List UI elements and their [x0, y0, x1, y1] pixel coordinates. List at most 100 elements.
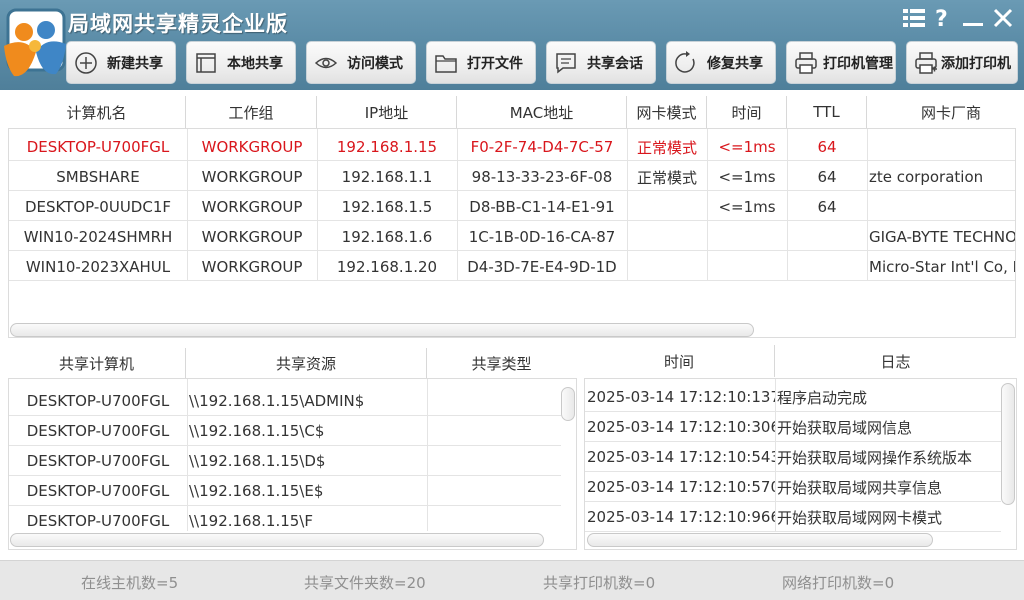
- cell-computer-name: DESKTOP-U700FGL: [26, 138, 170, 156]
- new-share-label: 新建共享: [107, 55, 163, 72]
- cell-nic-vendor: [867, 132, 1015, 162]
- folder-icon: [433, 50, 459, 76]
- eye-icon: [313, 50, 339, 76]
- cell-nic-vendor: zte corporation: [869, 168, 984, 186]
- cell-log-time: 2025-03-14 17:12:10:966: [587, 508, 775, 526]
- cell-share-type: [427, 386, 563, 416]
- cell-share-type: [427, 476, 563, 506]
- cell-nic-vendor: [867, 192, 1015, 222]
- column-header-share-type[interactable]: 共享类型: [427, 348, 576, 378]
- cell-computer-name: WIN10-2023XAHUL: [25, 258, 171, 276]
- cell-ttl: [787, 252, 867, 282]
- refresh-icon: [673, 50, 699, 76]
- cell-time: <=1ms: [718, 168, 776, 186]
- cell-workgroup: WORKGROUP: [201, 198, 303, 216]
- network-printers-count: 网络打印机数=0: [782, 574, 895, 592]
- cell-share-type: [427, 446, 563, 476]
- cell-time: [707, 252, 787, 282]
- cell-log-message: 开始获取局域网操作系统版本: [777, 448, 973, 467]
- cell-ttl: 64: [817, 168, 837, 186]
- shares-table-body: DESKTOP-U700FGL \\192.168.1.15\ADMIN$ DE…: [8, 378, 577, 550]
- share-session-label: 共享会话: [587, 55, 643, 72]
- cell-nic-mode: [627, 252, 707, 282]
- cell-log-message: 开始获取局域网共享信息: [777, 478, 943, 497]
- close-icon[interactable]: [991, 6, 1015, 30]
- column-header-share-resource[interactable]: 共享资源: [186, 348, 427, 378]
- column-header-ip[interactable]: IP地址: [317, 96, 457, 128]
- cell-workgroup: WORKGROUP: [201, 168, 303, 186]
- cell-time: <=1ms: [718, 198, 776, 216]
- cell-log-time: 2025-03-14 17:12:10:137: [587, 388, 775, 406]
- cell-mac: D4-3D-7E-E4-9D-1D: [467, 258, 617, 276]
- plus-circle-icon: [73, 50, 99, 76]
- open-file-button[interactable]: 打开文件: [426, 41, 536, 84]
- cell-ttl: 64: [817, 198, 837, 216]
- cell-share-resource: \\192.168.1.15\C$: [189, 422, 325, 440]
- minimize-icon[interactable]: [961, 6, 985, 30]
- repair-share-button[interactable]: 修复共享: [666, 41, 776, 84]
- cell-share-resource: \\192.168.1.15\E$: [189, 482, 324, 500]
- column-header-nic-mode[interactable]: 网卡模式: [627, 96, 707, 128]
- column-header-log-message[interactable]: 日志: [775, 345, 1016, 377]
- access-mode-label: 访问模式: [347, 55, 403, 72]
- cell-nic-vendor: Micro-Star Int'l Co, Ltd: [869, 258, 1015, 276]
- cell-ip: 192.168.1.1: [341, 168, 433, 186]
- cell-log-message: 开始获取局域网网卡模式: [777, 508, 943, 527]
- column-header-nic-vendor[interactable]: 网卡厂商: [867, 96, 1024, 128]
- cell-time: [707, 222, 787, 252]
- hosts-table-body: DESKTOP-U700FGL WORKGROUP 192.168.1.15 F…: [8, 128, 1016, 338]
- printer-manage-button[interactable]: 打印机管理: [786, 41, 896, 84]
- printer-manage-label: 打印机管理: [823, 55, 893, 72]
- column-header-share-computer[interactable]: 共享计算机: [8, 348, 186, 378]
- repair-share-label: 修复共享: [707, 55, 763, 72]
- access-mode-button[interactable]: 访问模式: [306, 41, 416, 84]
- cell-share-computer: DESKTOP-U700FGL: [26, 422, 170, 440]
- new-share-button[interactable]: 新建共享: [66, 41, 176, 84]
- local-share-button[interactable]: 本地共享: [186, 41, 296, 84]
- cell-mac: 98-13-33-23-6F-08: [471, 168, 613, 186]
- cell-share-resource: \\192.168.1.15\ADMIN$: [189, 392, 365, 410]
- cell-log-time: 2025-03-14 17:12:10:543: [587, 448, 775, 466]
- cell-mac: 1C-1B-0D-16-CA-87: [468, 228, 616, 246]
- cell-nic-mode: 正常模式: [636, 168, 697, 187]
- shared-printers-count: 共享打印机数=0: [543, 574, 656, 592]
- column-header-time[interactable]: 时间: [707, 96, 787, 128]
- cell-mac: F0-2F-74-D4-7C-57: [470, 138, 614, 156]
- shared-folders-count: 共享文件夹数=20: [304, 574, 426, 592]
- cell-share-computer: DESKTOP-U700FGL: [26, 392, 170, 410]
- help-icon[interactable]: ?: [930, 6, 954, 30]
- cell-share-type: [427, 416, 563, 446]
- cell-share-computer: DESKTOP-U700FGL: [26, 512, 170, 530]
- cell-workgroup: WORKGROUP: [201, 138, 303, 156]
- shares-vertical-scrollbar[interactable]: [561, 387, 575, 421]
- cell-log-message: 开始获取局域网信息: [777, 418, 913, 437]
- column-header-log-time[interactable]: 时间: [584, 345, 775, 377]
- cell-share-computer: DESKTOP-U700FGL: [26, 452, 170, 470]
- cell-nic-mode: 正常模式: [636, 138, 697, 157]
- add-printer-label: 添加打印机: [941, 55, 1011, 72]
- chat-icon: [553, 50, 579, 76]
- add-printer-icon: [913, 50, 939, 76]
- log-horizontal-scrollbar[interactable]: [587, 533, 933, 547]
- cell-share-computer: DESKTOP-U700FGL: [26, 482, 170, 500]
- cell-ttl: [787, 222, 867, 252]
- status-bar: 在线主机数=5 共享文件夹数=20 共享打印机数=0 网络打印机数=0: [0, 560, 1024, 600]
- cell-computer-name: DESKTOP-0UUDC1F: [24, 198, 171, 216]
- menu-icon[interactable]: [902, 6, 926, 30]
- column-header-ttl[interactable]: TTL: [787, 96, 867, 128]
- printer-icon: [793, 50, 819, 76]
- hosts-horizontal-scrollbar[interactable]: [10, 323, 754, 337]
- log-vertical-scrollbar[interactable]: [1001, 383, 1015, 505]
- shares-horizontal-scrollbar[interactable]: [10, 533, 544, 547]
- cell-computer-name: SMBSHARE: [56, 168, 140, 186]
- add-printer-button[interactable]: 添加打印机: [906, 41, 1018, 84]
- column-header-workgroup[interactable]: 工作组: [186, 96, 317, 128]
- cell-nic-mode: [627, 222, 707, 252]
- cell-ttl: 64: [817, 138, 837, 156]
- column-header-mac[interactable]: MAC地址: [457, 96, 627, 128]
- cell-ip: 192.168.1.20: [336, 258, 438, 276]
- column-header-computer-name[interactable]: 计算机名: [8, 96, 186, 128]
- local-share-label: 本地共享: [227, 55, 283, 72]
- cell-log-message: 程序启动完成: [777, 388, 868, 407]
- share-session-button[interactable]: 共享会话: [546, 41, 656, 84]
